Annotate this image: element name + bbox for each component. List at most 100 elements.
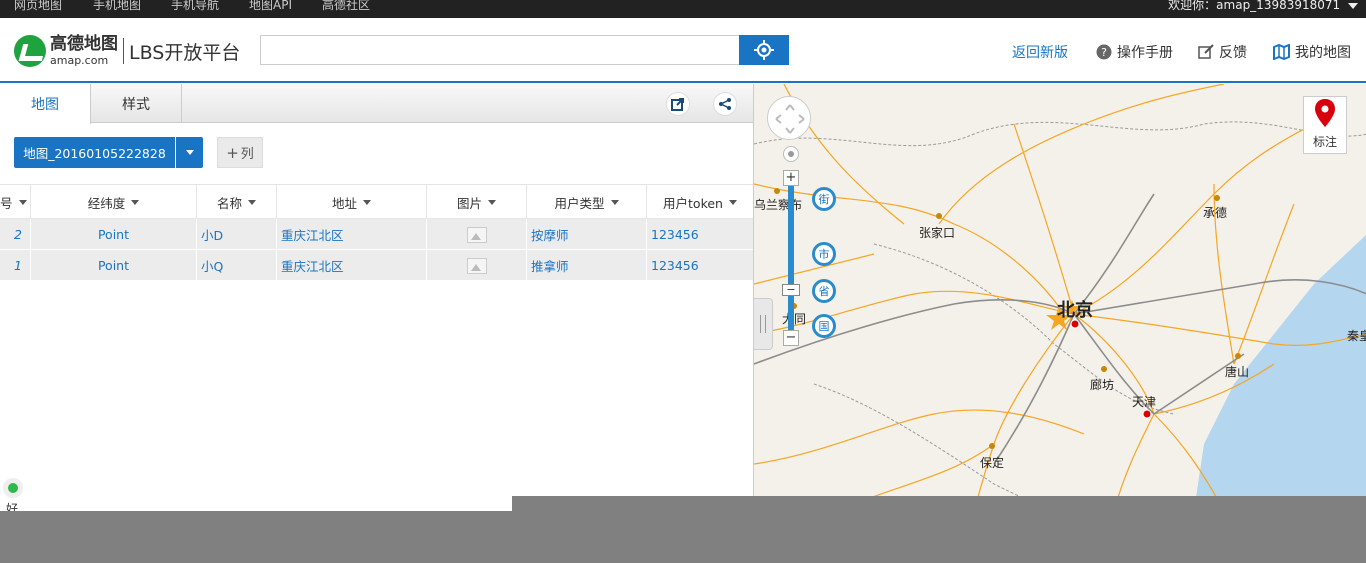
top-nav-bar: 网页地图 手机地图 手机导航 地图API 高德社区 欢迎你：amap_13983… [0,0,1366,18]
city-chengde[interactable]: 承德 [1203,204,1227,221]
cell-user-type[interactable]: 推拿师 [527,250,647,281]
col-header-label: 名称 [216,196,242,211]
city-baoding[interactable]: 保定 [980,454,1004,471]
cell-user-token[interactable]: 123456 [647,250,753,281]
topnav-link-web-map[interactable]: 网页地图 [14,0,62,13]
add-column-button[interactable]: + 列 [217,137,263,168]
image-placeholder-icon [466,257,487,274]
col-header-user-token[interactable]: 用户token [647,185,753,220]
zoom-out-button[interactable]: − [783,330,799,346]
product-name: LBS开放平台 [129,41,241,64]
zoom-level-province[interactable]: 省 [812,279,836,303]
sort-caret-icon [363,200,371,205]
overlay-mask [0,511,1366,563]
data-panel: 地图 样式 地图_20160105222828 + 列 号 经纬度 名称 地址 … [0,84,753,511]
welcome-user[interactable]: 欢迎你：amap_13983918071 [1168,0,1358,13]
zoom-level-street[interactable]: 街 [812,187,836,211]
status-indicator-icon[interactable] [3,478,23,498]
my-map-link[interactable]: 我的地图 [1273,42,1351,62]
caret-down-icon [185,150,194,155]
zoom-slider-handle[interactable]: − [782,284,800,296]
manual-link[interactable]: ? 操作手册 [1096,42,1173,62]
welcome-text: 欢迎你：amap_13983918071 [1168,0,1341,12]
pan-reset-button[interactable] [783,146,799,162]
table-row[interactable]: 2 Point 小D 重庆江北区 按摩师 123456 [0,219,753,250]
city-datong[interactable]: 大同 [782,310,806,327]
cell-coord[interactable]: Point [31,250,197,281]
locate-icon [754,40,774,60]
map-icon [1273,44,1290,60]
logo-cn: 高德地图 [50,34,118,54]
feedback-link[interactable]: 反馈 [1198,42,1247,62]
map-name-dropdown[interactable] [176,137,203,168]
zoom-slider-track[interactable] [788,186,794,336]
map-name-button[interactable]: 地图_20160105222828 [14,137,175,168]
add-column-label: 列 [240,147,254,162]
col-header-address[interactable]: 地址 [277,185,427,220]
cell-id[interactable]: 1 [0,250,31,281]
sort-caret-icon [488,200,496,205]
tab-style[interactable]: 样式 [91,84,182,123]
export-button[interactable] [666,92,690,116]
city-ulanqab[interactable]: 乌兰察布 [754,196,802,213]
city-langfang[interactable]: 廊坊 [1090,376,1114,393]
locate-button[interactable] [739,35,789,65]
col-header-label: 图片 [456,196,482,211]
cell-image[interactable] [427,250,527,281]
city-zhangjiakou[interactable]: 张家口 [919,224,955,241]
share-button[interactable] [713,92,737,116]
col-header-label: 用户类型 [554,196,605,211]
my-map-label: 我的地图 [1295,45,1351,61]
header: 高德地图 amap.com LBS开放平台 返回新版 ? 操作手册 反馈 我的地… [0,18,1366,83]
logo-divider [123,38,124,64]
map-view[interactable]: 乌兰察布 承德 张家口 北京 大同 廊坊 唐山 天津 保定 秦皇 + − − 街… [753,84,1366,511]
city-tianjin[interactable]: 天津 [1132,393,1156,410]
cell-name[interactable]: 小Q [197,250,277,281]
city-beijing[interactable]: 北京 [1057,296,1093,322]
topnav-link-map-api[interactable]: 地图API [249,0,292,13]
topnav-link-mobile-nav[interactable]: 手机导航 [171,0,219,13]
cell-user-type[interactable]: 按摩师 [527,219,647,250]
col-header-label: 号 [0,196,13,211]
col-header-user-type[interactable]: 用户类型 [527,185,647,220]
topnav-link-mobile-map[interactable]: 手机地图 [93,0,141,13]
overlay-mask [512,496,1366,511]
cell-user-token[interactable]: 123456 [647,219,753,250]
col-header-image[interactable]: 图片 [427,185,527,220]
panel-resize-handle[interactable] [754,298,773,350]
export-icon [671,98,684,111]
cell-address[interactable]: 重庆江北区 [277,250,427,281]
sort-caret-icon [728,200,737,205]
chevron-down-icon [1348,2,1358,9]
table-row[interactable]: 1 Point 小Q 重庆江北区 推拿师 123456 [0,250,753,281]
tab-map[interactable]: 地图 [0,84,91,124]
pan-control[interactable] [767,96,811,140]
cell-coord[interactable]: Point [31,219,197,250]
search-input[interactable] [260,35,740,65]
back-to-new-link[interactable]: 返回新版 [1012,42,1068,62]
map-pin-icon [1315,99,1335,127]
table-header: 号 经纬度 名称 地址 图片 用户类型 用户token [0,184,753,220]
sort-caret-icon [610,200,619,205]
data-table: 号 经纬度 名称 地址 图片 用户类型 用户token 2 Point 小D 重… [0,184,753,281]
sort-caret-icon [18,200,27,205]
col-header-id[interactable]: 号 [0,185,31,220]
zoom-in-button[interactable]: + [783,170,799,186]
cell-name[interactable]: 小D [197,219,277,250]
col-header-name[interactable]: 名称 [197,185,277,220]
help-icon: ? [1096,44,1112,60]
city-tangshan[interactable]: 唐山 [1225,363,1249,380]
zoom-level-city[interactable]: 市 [812,242,836,266]
cell-id[interactable]: 2 [0,219,31,250]
zoom-level-country[interactable]: 国 [812,314,836,338]
mark-button[interactable]: 标注 [1303,96,1347,154]
amap-logo-icon [14,35,46,67]
topnav-link-community[interactable]: 高德社区 [322,0,370,13]
share-icon [719,98,731,110]
feedback-label: 反馈 [1219,45,1247,61]
col-header-coord[interactable]: 经纬度 [31,185,197,220]
city-qinhuangdao[interactable]: 秦皇 [1347,327,1366,344]
cell-address[interactable]: 重庆江北区 [277,219,427,250]
cell-image[interactable] [427,219,527,250]
logo[interactable]: 高德地图 amap.com LBS开放平台 [14,34,240,68]
